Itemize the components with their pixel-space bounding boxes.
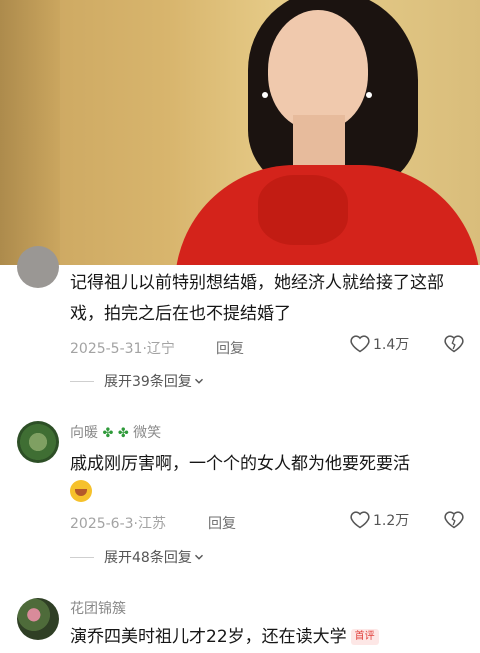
comment-text-content: 戚成刚厉害啊，一个个的女人都为他要死要活 <box>70 454 410 474</box>
broken-heart-icon <box>444 511 464 529</box>
comment-location: 江苏 <box>138 516 166 532</box>
laughing-emoji-icon <box>70 480 92 502</box>
clover-icon: ✤ <box>102 426 114 441</box>
earring-right <box>366 92 372 98</box>
person-face <box>268 10 368 130</box>
expand-label: 展开39条回复 <box>104 374 192 390</box>
comment-text: 戚成刚厉害啊，一个个的女人都为他要死要活 <box>70 449 460 513</box>
like-count: 1.4万 <box>373 337 410 353</box>
dislike-button[interactable] <box>444 334 464 358</box>
comment-date: 2025-5-31 <box>70 341 143 357</box>
expand-replies[interactable]: 展开39条回复 <box>70 371 206 391</box>
divider-line <box>70 556 94 558</box>
clover-icon: ✤ <box>117 426 129 441</box>
chevron-down-icon <box>194 378 203 384</box>
earring-left <box>262 92 268 98</box>
comment-username[interactable]: 花团锦簇 <box>70 598 126 618</box>
first-comment-badge: 首评 <box>350 629 379 645</box>
heart-icon <box>350 335 370 353</box>
avatar[interactable] <box>17 421 59 463</box>
broken-heart-icon <box>444 335 464 353</box>
username-suffix: 微笑 <box>133 425 162 441</box>
heart-icon <box>350 511 370 529</box>
expand-replies[interactable]: 展开48条回复 <box>70 547 206 567</box>
comment-meta: 2025-6-3·江苏 <box>70 516 166 532</box>
comment-username[interactable]: 向暖 ✤ ✤ 微笑 <box>70 422 161 442</box>
like-button[interactable]: 1.2万 <box>350 510 409 530</box>
like-button[interactable]: 1.4万 <box>350 334 409 354</box>
avatar[interactable] <box>17 598 59 640</box>
dress-bow <box>258 175 348 245</box>
divider-line <box>70 380 94 382</box>
comment-text: 记得祖儿以前特别想结婚，她经济人就给接了这部戏，拍完之后在也不提结婚了 <box>70 273 444 324</box>
like-count: 1.2万 <box>373 513 410 529</box>
chevron-down-icon <box>194 554 203 560</box>
dislike-button[interactable] <box>444 510 464 534</box>
expand-label: 展开48条回复 <box>104 550 192 566</box>
reply-button[interactable]: 回复 <box>208 513 236 533</box>
avatar[interactable] <box>17 246 59 288</box>
background-wall <box>0 0 60 265</box>
video-frame[interactable] <box>0 0 480 265</box>
comment-text: 演乔四美时祖儿才22岁，还在读大学 首评 <box>70 622 460 653</box>
comment-text-content: 演乔四美时祖儿才22岁，还在读大学 <box>70 627 347 647</box>
username-text: 向暖 <box>70 425 98 441</box>
comment-location: 辽宁 <box>146 341 175 357</box>
comment-date: 2025-6-3 <box>70 516 134 532</box>
reply-button[interactable]: 回复 <box>216 338 244 358</box>
comment-meta: 2025-5-31·辽宁 <box>70 341 175 357</box>
